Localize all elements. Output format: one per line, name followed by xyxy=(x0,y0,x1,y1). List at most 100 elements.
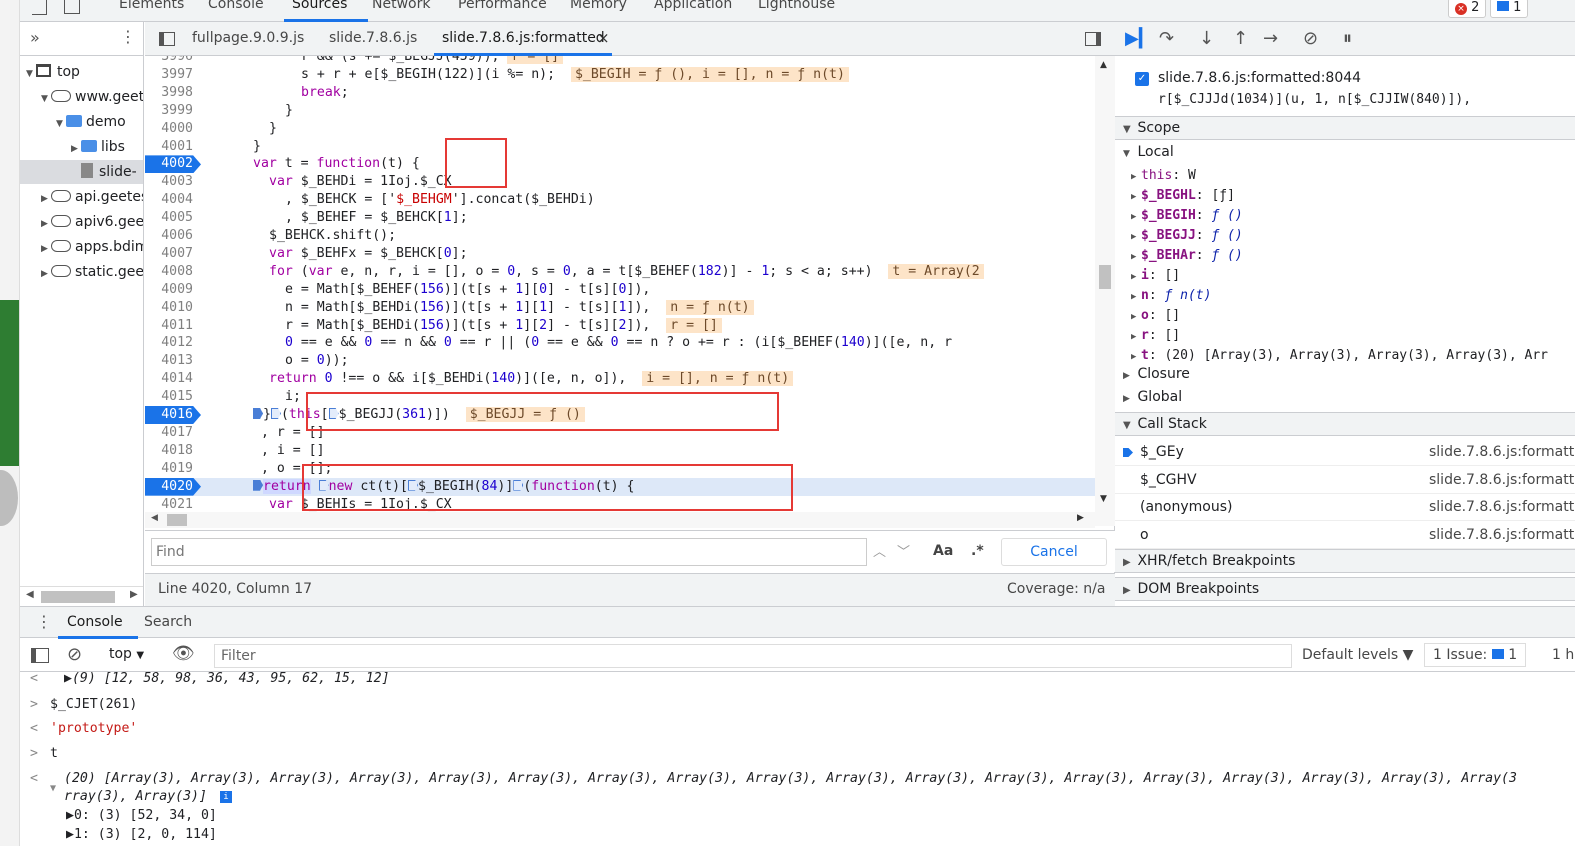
issues-button[interactable]: 1 Issue: 1 xyxy=(1424,643,1527,667)
hscroll-right-icon[interactable]: ▶ xyxy=(1077,513,1084,523)
collapsed-icon[interactable]: ▶ xyxy=(1131,267,1141,287)
find-next-icon[interactable]: ﹀ xyxy=(897,541,910,560)
scope-variable[interactable]: ▶ o: [] xyxy=(1131,306,1180,326)
code-line[interactable]: 4009 e = Math[$_BEHEF(156)](t[s + 1][0] -… xyxy=(145,281,1095,299)
collapsed-icon[interactable]: ▶ xyxy=(1131,347,1141,367)
navigator-menu-icon[interactable]: ⋮ xyxy=(120,27,136,46)
code-line[interactable]: 4011 r = Math[$_BEHDi(156)](t[s + 1][2] -… xyxy=(145,317,1095,335)
scroll-left-icon[interactable]: ◀ xyxy=(26,589,34,600)
step-into-icon[interactable]: ↓ xyxy=(1199,28,1214,49)
line-number[interactable]: 3998 xyxy=(145,84,193,102)
call-frame[interactable]: (anonymous) slide.7.8.6.js:formatte xyxy=(1115,494,1575,521)
messages-badge[interactable]: 1 xyxy=(1490,0,1529,18)
tree-item[interactable]: ▼ demo xyxy=(20,110,143,134)
line-number[interactable]: 3999 xyxy=(145,102,193,120)
navigator-scroll-thumb[interactable] xyxy=(41,591,115,603)
line-number[interactable]: 4015 xyxy=(145,388,193,406)
code-line[interactable]: 4008 for (var e, n, r, i = [], o = 0, s =… xyxy=(145,263,1095,281)
find-input[interactable] xyxy=(151,538,867,566)
regex-button[interactable]: .* xyxy=(971,543,984,559)
step-out-icon[interactable]: ↑ xyxy=(1233,28,1248,49)
code-line[interactable]: 3997 s + r + e[$_BEGIH(122)](i %= n); $_B… xyxy=(145,66,1095,84)
line-number[interactable]: 4003 xyxy=(145,173,193,191)
collapsed-icon[interactable]: ▶ xyxy=(1131,247,1141,267)
collapsed-icon[interactable]: ▶ xyxy=(41,187,51,211)
scope-section-header[interactable]: ▼ Scope xyxy=(1115,116,1575,140)
collapsed-icon[interactable]: ▶ xyxy=(41,262,51,286)
collapsed-icon[interactable]: ▶ xyxy=(41,212,51,236)
main-tab-network[interactable]: Network xyxy=(372,0,430,12)
scope-variable[interactable]: ▶ $_BEHAr: ƒ () xyxy=(1131,246,1243,266)
scope-closure-header[interactable]: ▶ Closure xyxy=(1123,366,1190,382)
line-number[interactable]: 4009 xyxy=(145,281,193,299)
line-number[interactable]: 4006 xyxy=(145,227,193,245)
code-area[interactable]: 3996 r && (s += $_BEGJJ(459)), r = [] 3997… xyxy=(145,56,1095,526)
line-number[interactable]: 4013 xyxy=(145,352,193,370)
code-line[interactable]: 4000} xyxy=(145,120,1095,138)
line-number[interactable]: 4000 xyxy=(145,120,193,138)
line-number[interactable]: 4014 xyxy=(145,370,193,388)
scope-variable[interactable]: ▶ n: ƒ n(t) xyxy=(1131,286,1211,306)
console-output[interactable]: < ▶(9) [12, 58, 98, 36, 43, 95, 62, 15, 1… xyxy=(20,672,1575,846)
line-number[interactable]: 4019 xyxy=(145,460,193,478)
collapsed-icon[interactable]: ▶ xyxy=(41,237,51,261)
clear-console-icon[interactable]: ⊘ xyxy=(67,644,82,665)
toggle-debugger-icon[interactable] xyxy=(1085,32,1101,46)
file-tab-slide-formatted[interactable]: slide.7.8.6.js:formatted xyxy=(442,30,605,46)
call-stack-section-header[interactable]: ▼ Call Stack xyxy=(1115,412,1575,436)
line-number[interactable]: 4011 xyxy=(145,317,193,335)
inline-breakpoint-icon[interactable] xyxy=(253,479,263,491)
close-tab-icon[interactable]: × xyxy=(597,29,610,47)
context-selector[interactable]: top ▼ xyxy=(109,646,144,662)
scope-variable[interactable]: ▶ r: [] xyxy=(1131,326,1180,346)
collapsed-icon[interactable]: ▶ xyxy=(1131,287,1141,307)
line-number[interactable]: 4017 xyxy=(145,424,193,442)
call-frame-location[interactable]: slide.7.8.6.js:formatte xyxy=(1429,494,1575,521)
sidebar-toggle-icon[interactable] xyxy=(31,648,49,663)
line-number[interactable]: 4021 xyxy=(145,496,193,514)
line-number[interactable]: 3997 xyxy=(145,66,193,84)
log-levels-dropdown[interactable]: Default levels ▼ xyxy=(1302,647,1413,663)
main-tab-lighthouse[interactable]: Lighthouse xyxy=(758,0,835,12)
main-tab-performance[interactable]: Performance xyxy=(458,0,547,12)
call-frame[interactable]: $_CGHV slide.7.8.6.js:formatte xyxy=(1115,467,1575,494)
resume-icon[interactable]: ▶▎ xyxy=(1125,28,1153,49)
scroll-up-icon[interactable]: ▲ xyxy=(1100,60,1107,70)
inline-breakpoint-icon[interactable] xyxy=(253,408,263,419)
collapsed-icon[interactable]: ▶ xyxy=(71,137,81,161)
more-tabs-icon[interactable]: » xyxy=(30,28,40,47)
expanded-icon[interactable]: ▼ xyxy=(26,62,36,86)
code-line[interactable]: 4010 n = Math[$_BEHDi(156)](t[s + 1][1] -… xyxy=(145,299,1095,317)
line-number[interactable]: 4008 xyxy=(145,263,193,281)
line-number[interactable]: 4010 xyxy=(145,299,193,317)
line-number[interactable]: 4004 xyxy=(145,191,193,209)
deactivate-breakpoints-icon[interactable]: ⊘ xyxy=(1303,28,1318,49)
drawer-menu-icon[interactable]: ⋮ xyxy=(36,612,52,631)
collapsed-icon[interactable]: ▶ xyxy=(1131,167,1141,187)
code-line[interactable]: 4014 return 0 !== o && i[$_BEHDi(140)]([e… xyxy=(145,370,1095,388)
drawer-tab-search[interactable]: Search xyxy=(144,614,192,630)
code-line[interactable]: 3998 break; xyxy=(145,84,1095,102)
breakpoint-line-number[interactable]: 4016 xyxy=(145,406,201,424)
collapsed-icon[interactable]: ▶ xyxy=(1131,187,1141,207)
editor-vscroll-thumb[interactable] xyxy=(1099,265,1111,289)
editor-vertical-scrollbar[interactable]: ▲ ▼ xyxy=(1095,56,1115,526)
code-line[interactable]: 3999} xyxy=(145,102,1095,120)
navigator-horizontal-scrollbar[interactable]: ◀ ▶ xyxy=(20,586,143,606)
tree-item[interactable]: ▶ api.geetes xyxy=(20,185,143,211)
collapsed-icon[interactable]: ▶ xyxy=(1131,307,1141,327)
expanded-icon[interactable]: ▼ xyxy=(50,780,56,798)
code-line[interactable]: 4003 var $_BEHDi = 1Ioj.$_CX xyxy=(145,173,1095,191)
code-line[interactable]: 3996 r && (s += $_BEGJJ(459)), r = [] xyxy=(145,56,1095,66)
xhr-breakpoints-header[interactable]: ▶ XHR/fetch Breakpoints xyxy=(1115,549,1575,573)
line-number[interactable]: 3996 xyxy=(145,56,193,66)
scroll-right-icon[interactable]: ▶ xyxy=(130,589,138,600)
line-number[interactable]: 4012 xyxy=(145,334,193,352)
main-tab-elements[interactable]: Elements xyxy=(119,0,184,12)
call-frame[interactable]: $_GEy slide.7.8.6.js:formatte xyxy=(1115,439,1575,466)
dom-breakpoints-header[interactable]: ▶ DOM Breakpoints xyxy=(1115,577,1575,601)
tree-item[interactable]: ▶ libs xyxy=(20,135,143,161)
scope-variable[interactable]: ▶ this: W xyxy=(1131,166,1196,186)
scope-variable[interactable]: ▶ $_BEGHL: [ƒ] xyxy=(1131,186,1235,206)
code-line[interactable]: 4013 o = 0)); xyxy=(145,352,1095,370)
